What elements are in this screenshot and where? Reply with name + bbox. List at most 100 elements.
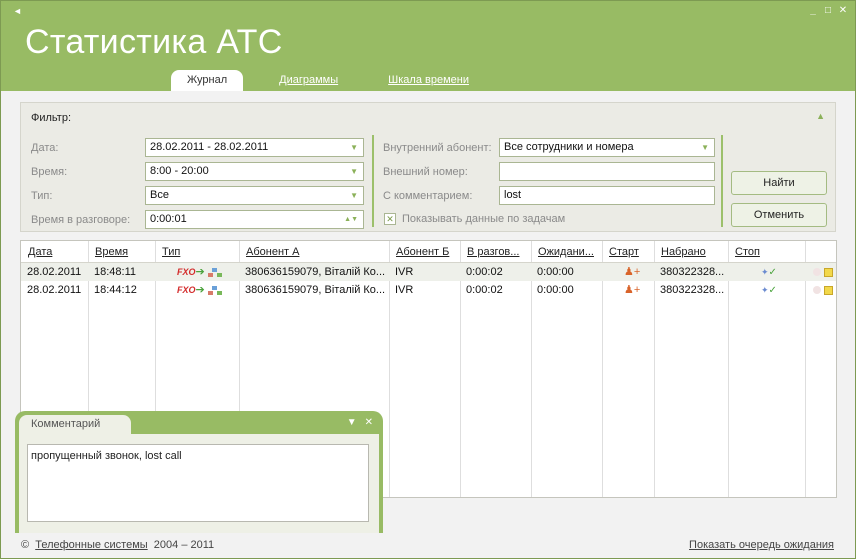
cell-talk: 0:00:02 <box>466 266 503 278</box>
call-type-icon: FXO➔ <box>171 263 222 281</box>
cell-time: 18:48:11 <box>94 266 137 278</box>
footer-copyright: © Телефонные системы 2004 – 2011 <box>21 539 214 551</box>
comment-filter-input[interactable]: lost <box>499 186 715 205</box>
network-icon <box>207 267 222 277</box>
arrow-right-icon: ➔ <box>195 266 205 278</box>
chevron-down-icon[interactable]: ▼ <box>350 139 358 156</box>
cell-subscriber-a: 380636159079, Віталій Ко... <box>245 284 386 296</box>
footer: © Телефонные системы 2004 – 2011 Показат… <box>1 534 855 558</box>
cell-wait: 0:00:00 <box>537 266 574 278</box>
col-header-subscriber-b[interactable]: Абонент Б <box>390 241 449 263</box>
note-icon[interactable] <box>818 281 833 299</box>
filter-divider <box>372 135 374 227</box>
collapse-up-icon[interactable]: ▲ <box>816 111 825 121</box>
cell-wait: 0:00:00 <box>537 284 574 296</box>
person-add-icon: ♟+ <box>624 266 641 278</box>
time-value: 8:00 - 20:00 <box>150 165 209 177</box>
note-icon[interactable] <box>818 263 833 281</box>
filter-panel: Фильтр: ▲ Дата: 28.02.2011 - 28.02.2011 … <box>20 102 836 232</box>
date-value: 28.02.2011 - 28.02.2011 <box>150 141 269 153</box>
cell-subscriber-a: 380636159079, Віталій Ко... <box>245 266 386 278</box>
cancel-button[interactable]: Отменить <box>731 203 827 227</box>
comment-filter-value: lost <box>504 189 522 201</box>
close-icon[interactable]: ✕ <box>837 5 849 17</box>
footer-years: 2004 – 2011 <box>153 539 215 551</box>
table-row[interactable]: 28.02.2011 18:44:12 FXO➔ 380636159079, В… <box>21 281 836 299</box>
comment-filter-label: С комментарием: <box>383 190 473 202</box>
minimize-icon[interactable]: _ <box>807 5 819 17</box>
tab-diagrams[interactable]: Диаграммы <box>265 70 352 91</box>
col-header-date[interactable]: Дата <box>22 241 52 263</box>
external-number-input[interactable] <box>499 162 715 181</box>
table-header: Дата Время Тип Абонент А Абонент Б В раз… <box>21 241 836 263</box>
comment-panel: Комментарий ▼ ✕ пропущенный звонок, lost… <box>15 411 383 533</box>
fxo-label: FXO <box>177 285 196 295</box>
comment-tab[interactable]: Комментарий <box>19 415 131 434</box>
cell-dialed: 380322328... <box>660 284 725 296</box>
filter-heading: Фильтр: <box>31 112 72 124</box>
chevron-down-icon[interactable]: ▼ <box>350 187 358 204</box>
time-field[interactable]: 8:00 - 20:00 ▼ <box>145 162 364 181</box>
back-icon[interactable]: ◄ <box>13 6 22 16</box>
chevron-down-icon[interactable]: ▼ <box>350 163 358 180</box>
header: ◄ _ □ ✕ Статистика АТС Журнал Диаграммы … <box>1 1 855 91</box>
comment-textarea[interactable]: пропущенный звонок, lost call <box>27 444 369 522</box>
show-queue-link[interactable]: Показать очередь ожидания <box>689 539 834 551</box>
tab-journal[interactable]: Журнал <box>171 70 244 91</box>
col-header-wait[interactable]: Ожидани... <box>532 241 594 263</box>
cell-date: 28.02.2011 <box>27 284 82 296</box>
stop-check-icon: ✦✓ <box>761 267 777 278</box>
chevron-down-icon[interactable]: ▼ <box>701 139 709 156</box>
company-link[interactable]: Телефонные системы <box>35 539 147 551</box>
filter-divider-right <box>721 135 723 227</box>
call-type-icon: FXO➔ <box>171 281 222 299</box>
spinner-icon[interactable]: ▲▼ <box>344 211 358 228</box>
internal-select[interactable]: Все сотрудники и номера ▼ <box>499 138 715 157</box>
time-label: Время: <box>31 166 68 178</box>
cell-dialed: 380322328... <box>660 266 725 278</box>
network-icon <box>207 285 222 295</box>
maximize-icon[interactable]: □ <box>822 5 834 17</box>
talk-time-value: 0:00:01 <box>150 213 187 225</box>
col-header-start[interactable]: Старт <box>603 241 639 263</box>
app-window: ◄ _ □ ✕ Статистика АТС Журнал Диаграммы … <box>0 0 856 559</box>
tab-timeline[interactable]: Шкала времени <box>374 70 483 91</box>
internal-value: Все сотрудники и номера <box>504 141 634 153</box>
external-label: Внешний номер: <box>383 166 468 178</box>
internal-label: Внутренний абонент: <box>383 142 492 154</box>
tab-bar: Журнал Диаграммы Шкала времени <box>171 70 505 91</box>
col-header-stop[interactable]: Стоп <box>729 241 760 263</box>
fxo-label: FXO <box>177 267 196 277</box>
cell-time: 18:44:12 <box>94 284 137 296</box>
stop-check-icon: ✦✓ <box>761 285 777 296</box>
table-row[interactable]: 28.02.2011 18:48:11 FXO➔ 380636159079, В… <box>21 263 836 281</box>
col-header-talk[interactable]: В разгов... <box>461 241 519 263</box>
cell-subscriber-b: IVR <box>395 284 414 296</box>
window-controls: _ □ ✕ <box>807 5 849 17</box>
cell-subscriber-b: IVR <box>395 266 414 278</box>
find-button[interactable]: Найти <box>731 171 827 195</box>
show-tasks-label: Показывать данные по задачам <box>402 213 566 225</box>
talk-time-stepper[interactable]: 0:00:01 ▲▼ <box>145 210 364 229</box>
arrow-right-icon: ➔ <box>195 284 205 296</box>
col-header-time[interactable]: Время <box>89 241 128 263</box>
type-value: Все <box>150 189 169 201</box>
chevron-down-icon[interactable]: ▼ <box>347 417 357 428</box>
app-title: Статистика АТС <box>25 23 283 61</box>
type-select[interactable]: Все ▼ <box>145 186 364 205</box>
comment-panel-controls: ▼ ✕ <box>347 417 373 428</box>
cell-talk: 0:00:02 <box>466 284 503 296</box>
date-field[interactable]: 28.02.2011 - 28.02.2011 ▼ <box>145 138 364 157</box>
date-label: Дата: <box>31 142 59 154</box>
close-icon[interactable]: ✕ <box>365 417 373 428</box>
copyright-symbol: © <box>21 539 30 551</box>
type-label: Тип: <box>31 190 53 202</box>
comment-body: пропущенный звонок, lost call <box>19 434 379 533</box>
cell-date: 28.02.2011 <box>27 266 82 278</box>
col-header-subscriber-a[interactable]: Абонент А <box>240 241 299 263</box>
col-header-type[interactable]: Тип <box>156 241 180 263</box>
show-tasks-checkbox[interactable]: ✕ <box>384 213 396 225</box>
talk-time-label: Время в разговоре: <box>31 214 131 226</box>
person-add-icon: ♟+ <box>624 284 641 296</box>
col-header-dialed[interactable]: Набрано <box>655 241 706 263</box>
